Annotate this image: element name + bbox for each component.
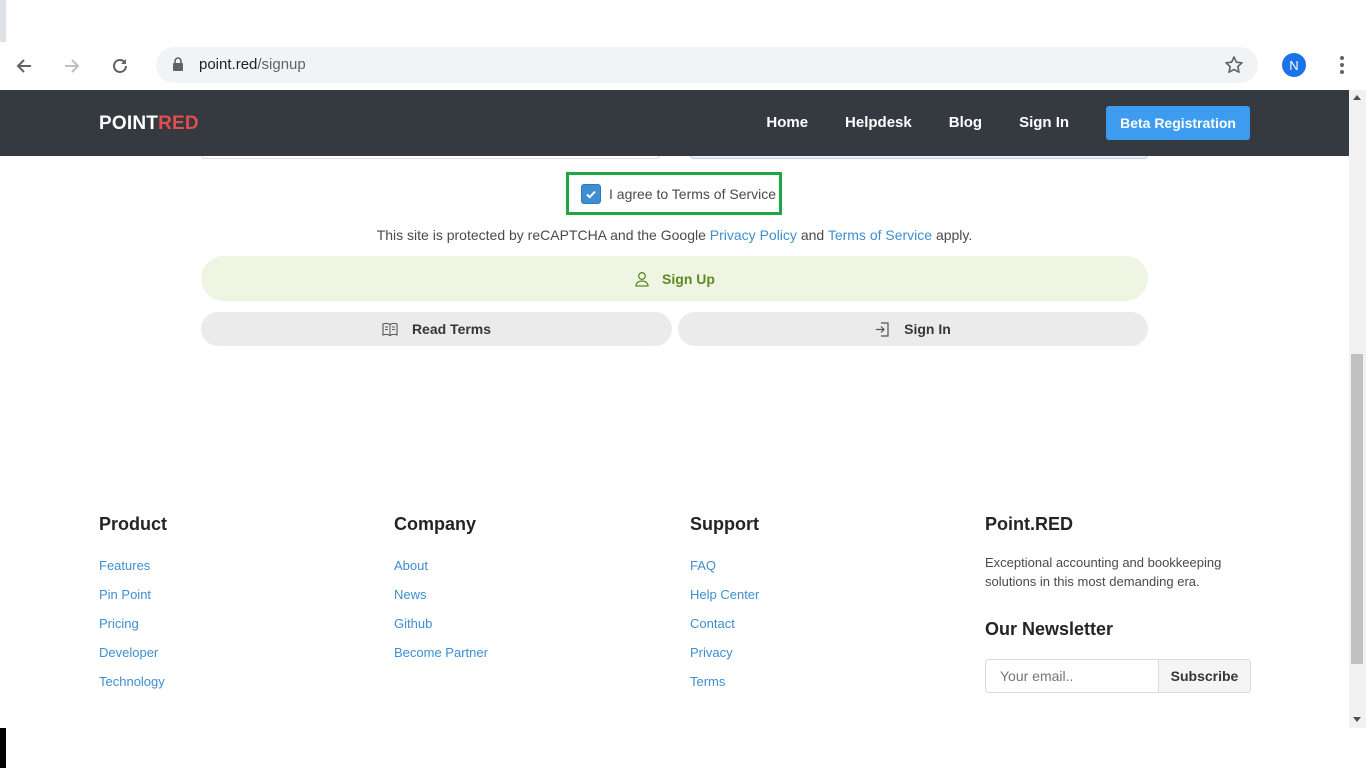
- sign-up-label: Sign Up: [662, 270, 715, 287]
- agree-terms-checkbox[interactable]: [581, 183, 601, 204]
- newsletter-form: Subscribe: [985, 659, 1251, 693]
- nav-link-helpdesk[interactable]: Helpdesk: [845, 106, 912, 140]
- footer-link-terms[interactable]: Terms: [690, 673, 759, 690]
- footer-link-pin-point[interactable]: Pin Point: [99, 586, 167, 603]
- scroll-up-arrow-icon[interactable]: [1353, 95, 1361, 100]
- nav-link-sign-in[interactable]: Sign In: [1019, 106, 1069, 140]
- dot-icon: [1340, 63, 1344, 67]
- recaptcha-notice: This site is protected by reCAPTCHA and …: [0, 227, 1349, 243]
- browser-menu-button[interactable]: [1330, 53, 1354, 77]
- footer-about: Point.RED Exceptional accounting and boo…: [985, 514, 1251, 693]
- newsletter-title: Our Newsletter: [985, 619, 1114, 639]
- arrow-left-icon: [16, 59, 31, 73]
- page-scrollbar[interactable]: [1349, 90, 1366, 728]
- footer-link-pricing[interactable]: Pricing: [99, 615, 167, 632]
- footer-about-text: Exceptional accounting and bookkeeping s…: [985, 555, 1222, 589]
- footer-link-news[interactable]: News: [394, 586, 488, 603]
- footer-support: Support FAQ Help Center Contact Privacy …: [690, 514, 759, 702]
- dot-icon: [1340, 70, 1344, 74]
- newsletter-email-input[interactable]: [985, 659, 1159, 693]
- forward-button[interactable]: [56, 50, 88, 82]
- page-viewport: POINTRED Home Helpdesk Blog Sign In Beta…: [0, 90, 1349, 728]
- lock-icon: [173, 57, 183, 71]
- terms-of-service-link[interactable]: Terms of Service: [828, 227, 932, 243]
- bottom-edge: [0, 728, 6, 768]
- subscribe-button[interactable]: Subscribe: [1159, 659, 1251, 693]
- privacy-policy-link[interactable]: Privacy Policy: [710, 227, 797, 243]
- sign-in-button[interactable]: Sign In: [678, 312, 1148, 346]
- footer-company-title: Company: [394, 514, 477, 534]
- footer-link-technology[interactable]: Technology: [99, 673, 167, 690]
- footer-about-title: Point.RED: [985, 514, 1073, 534]
- footer-link-become-partner[interactable]: Become Partner: [394, 644, 488, 661]
- brand-logo[interactable]: POINTRED: [99, 113, 199, 135]
- footer-company: Company About News Github Become Partner: [394, 514, 488, 673]
- bottom-strip: [0, 728, 1366, 768]
- footer-link-github[interactable]: Github: [394, 615, 488, 632]
- brand-part2: RED: [158, 113, 199, 134]
- tab-edge: [0, 0, 6, 42]
- read-terms-label: Read Terms: [411, 321, 492, 337]
- footer-support-title: Support: [690, 514, 759, 534]
- user-icon: [635, 271, 649, 287]
- scroll-down-arrow-icon[interactable]: [1353, 717, 1361, 722]
- sign-in-icon: [876, 321, 889, 337]
- back-button[interactable]: [8, 50, 40, 82]
- nav-link-blog[interactable]: Blog: [949, 106, 982, 140]
- book-icon: [382, 322, 398, 336]
- footer-link-privacy[interactable]: Privacy: [690, 644, 759, 661]
- footer-link-contact[interactable]: Contact: [690, 615, 759, 632]
- nav-link-home[interactable]: Home: [766, 106, 808, 140]
- address-bar[interactable]: point.red/signup: [156, 47, 1258, 83]
- footer-link-developer[interactable]: Developer: [99, 644, 167, 661]
- browser-toolbar: point.red/signup N: [0, 42, 1366, 90]
- footer-link-about[interactable]: About: [394, 557, 488, 574]
- read-terms-button[interactable]: Read Terms: [201, 312, 672, 346]
- site-navbar: POINTRED Home Helpdesk Blog Sign In Beta…: [0, 90, 1349, 156]
- dot-icon: [1340, 56, 1344, 60]
- sign-in-label: Sign In: [904, 321, 951, 337]
- reload-button[interactable]: [104, 50, 136, 82]
- bookmark-star-icon[interactable]: [1224, 55, 1244, 75]
- footer-product-title: Product: [99, 514, 168, 534]
- recaptcha-prefix: This site is protected by reCAPTCHA and …: [376, 227, 706, 243]
- beta-registration-button[interactable]: Beta Registration: [1106, 106, 1250, 140]
- url-text: point.red/signup: [199, 56, 306, 73]
- agree-terms-label[interactable]: I agree to Terms of Service: [609, 186, 776, 202]
- tab-strip: [0, 0, 1366, 42]
- footer-link-help-center[interactable]: Help Center: [690, 586, 759, 603]
- brand-part1: POINT: [99, 113, 159, 134]
- footer-product: Product Features Pin Point Pricing Devel…: [99, 514, 167, 702]
- footer-link-features[interactable]: Features: [99, 557, 167, 574]
- nav-links: Home Helpdesk Blog Sign In Beta Registra…: [766, 106, 1250, 140]
- check-icon: [586, 190, 596, 199]
- url-host: point.red: [199, 56, 258, 73]
- url-path: /signup: [257, 56, 306, 73]
- recaptcha-suffix: apply.: [935, 227, 973, 243]
- terms-agreement-highlight: I agree to Terms of Service: [566, 172, 782, 215]
- reload-icon: [113, 59, 127, 73]
- recaptcha-and: and: [800, 227, 825, 243]
- sign-up-button[interactable]: Sign Up: [201, 256, 1148, 301]
- footer-link-faq[interactable]: FAQ: [690, 557, 759, 574]
- profile-avatar[interactable]: N: [1282, 53, 1306, 77]
- arrow-right-icon: [65, 59, 80, 73]
- scrollbar-thumb[interactable]: [1351, 354, 1363, 664]
